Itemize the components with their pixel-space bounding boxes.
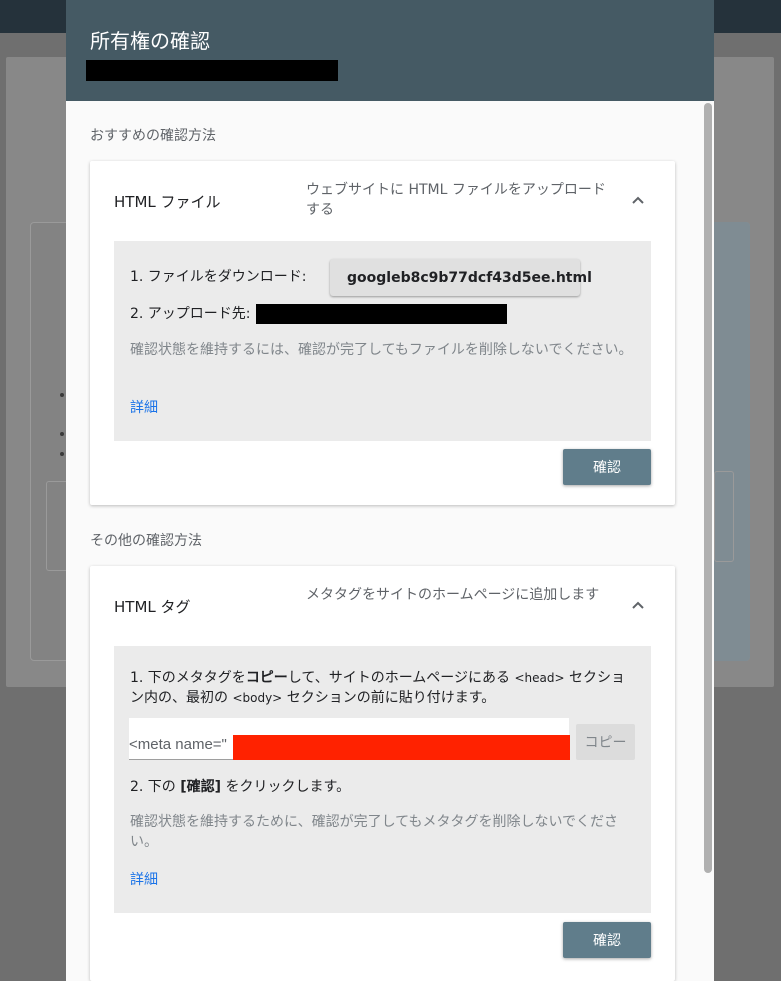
step2-label: 2. アップロード先: — [130, 306, 251, 322]
body-tag: <body> — [232, 691, 283, 705]
step2-text: をクリックします。 — [221, 779, 351, 795]
step1-label: 1. ファイルをダウンロード: — [130, 269, 307, 285]
method-title: HTML タグ — [114, 598, 191, 616]
chevron-up-icon[interactable] — [631, 598, 645, 612]
scrollbar-thumb[interactable] — [704, 103, 712, 873]
instructions-panel: 1. ファイルをダウンロード: googleb8c9b77dcf43d5ee.h… — [114, 241, 651, 441]
keep-file-note: 確認状態を維持するには、確認が完了してもファイルを削除しないでください。 — [130, 342, 633, 358]
html-tag-method-card: HTML タグ メタタグをサイトのホームページに追加します 1. 下のメタタグを… — [90, 566, 675, 981]
keep-metatag-note: 確認状態を維持するために、確認が完了してもメタタグを削除しないでください。 — [130, 814, 619, 850]
step2-text: 2. 下の — [130, 779, 181, 795]
head-tag: <head> — [514, 671, 565, 685]
step1-copy-emphasis: コピー — [245, 670, 288, 686]
verify-button[interactable]: 確認 — [563, 449, 651, 485]
step1-text: して、サイトのホームページにある — [287, 670, 515, 686]
method-description: メタタグをサイトのホームページに追加します — [306, 587, 600, 603]
dialog-header: 所有権の確認 — [66, 0, 714, 101]
redacted-meta-content — [233, 735, 570, 760]
step1-instructions: 1. 下のメタタグをコピーして、サイトのホームページにある <head> セクシ… — [130, 668, 635, 708]
html-file-method-card: HTML ファイル ウェブサイトに HTML ファイルをアップロードする 1. … — [90, 161, 675, 505]
step1-text: セクションの前に貼り付けます。 — [282, 690, 496, 706]
other-section-label: その他の確認方法 — [90, 533, 202, 549]
download-file-button[interactable]: googleb8c9b77dcf43d5ee.html — [330, 259, 592, 296]
method-title: HTML ファイル — [114, 193, 221, 211]
step1-text: 1. 下のメタタグを — [130, 670, 246, 686]
redacted-property-url — [86, 60, 338, 81]
dialog-title: 所有権の確認 — [90, 29, 210, 53]
step2-instructions: 2. 下の [確認] をクリックします。 — [130, 777, 350, 797]
chevron-up-icon[interactable] — [631, 193, 645, 207]
scrollbar[interactable] — [704, 103, 713, 981]
background-box — [714, 471, 734, 562]
verify-button[interactable]: 確認 — [563, 922, 651, 958]
details-link[interactable]: 詳細 — [130, 397, 158, 417]
download-filename: googleb8c9b77dcf43d5ee.html — [347, 269, 592, 286]
background-panel-edge — [714, 222, 750, 661]
recommended-section-label: おすすめの確認方法 — [90, 128, 216, 144]
background-bullet — [60, 452, 64, 456]
instructions-panel: 1. 下のメタタグをコピーして、サイトのホームページにある <head> セクシ… — [114, 646, 651, 913]
copy-button[interactable]: コピー — [576, 724, 635, 760]
step2-verify-emphasis: [確認] — [180, 779, 222, 795]
method-description: ウェブサイトに HTML ファイルをアップロードする — [306, 182, 606, 218]
background-bullet — [60, 432, 64, 436]
details-link[interactable]: 詳細 — [130, 869, 158, 889]
redacted-upload-url — [256, 304, 507, 324]
background-bullet — [60, 393, 64, 397]
